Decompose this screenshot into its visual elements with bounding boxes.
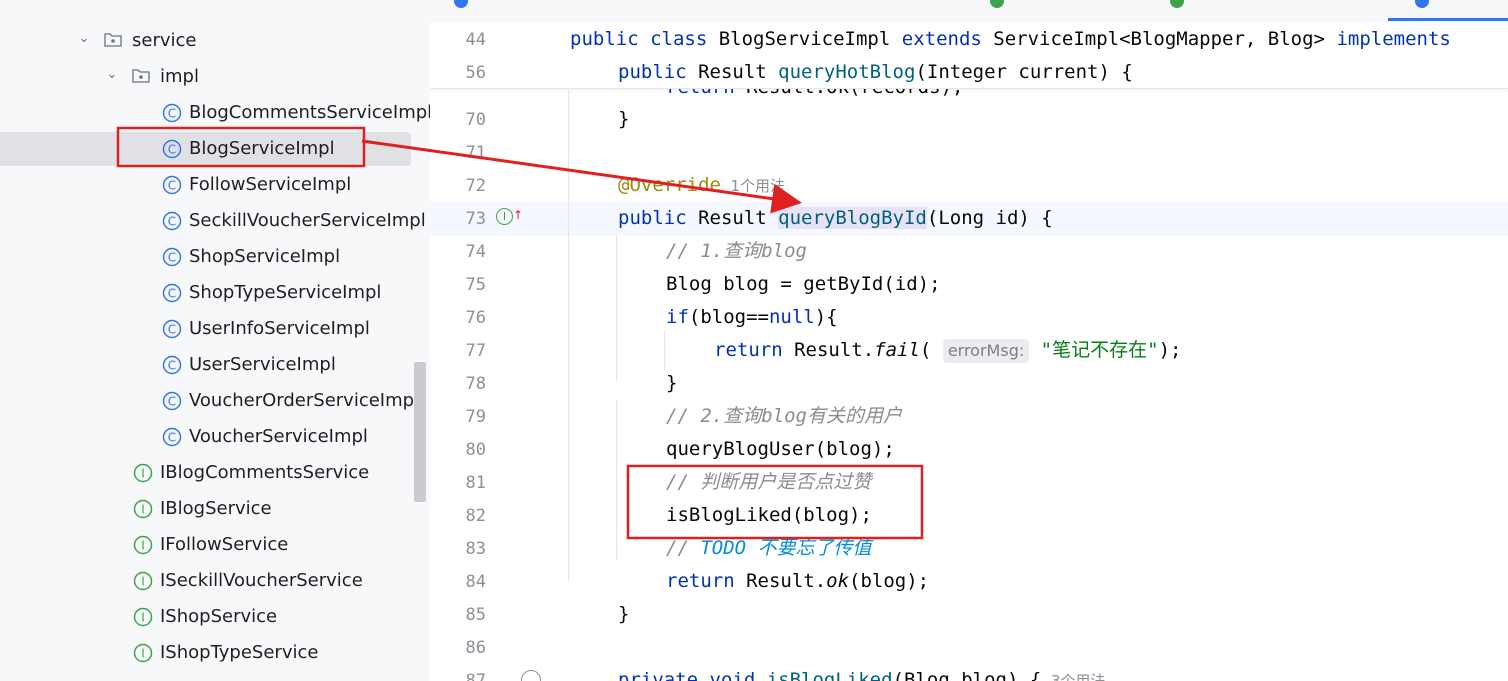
annotation-arrow: [361, 139, 802, 214]
annotation-overlay: [116, 126, 924, 540]
annotation-box-tree-item: [116, 126, 366, 168]
annotation-box-code: [626, 464, 924, 540]
